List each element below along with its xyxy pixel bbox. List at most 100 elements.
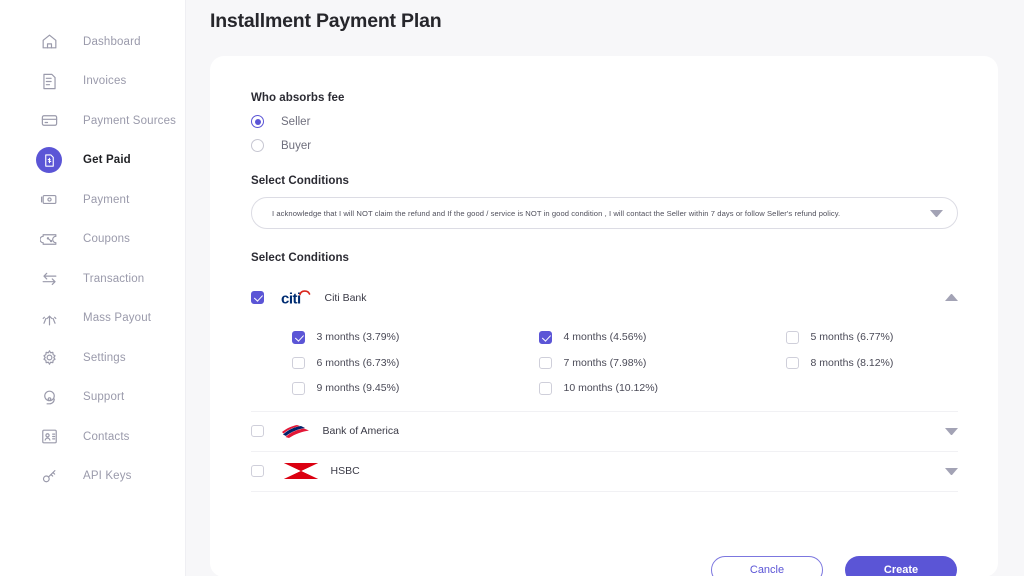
sidebar-item-label: API Keys (83, 470, 132, 483)
sidebar-item-transaction[interactable]: Transaction (0, 259, 185, 299)
sidebar-item-dashboard[interactable]: Dashboard (0, 22, 185, 62)
gear-icon (38, 347, 60, 369)
fee-option-label: Buyer (281, 139, 312, 152)
chevron-down-icon[interactable] (945, 427, 958, 435)
month-checkbox[interactable] (539, 356, 552, 369)
sidebar-item-label: Invoices (83, 75, 127, 88)
create-button[interactable]: Create (845, 556, 957, 576)
fee-option-seller[interactable]: Seller (251, 115, 958, 128)
radio-seller[interactable] (251, 115, 264, 128)
conditions-section: Select Conditions I acknowledge that I w… (251, 175, 958, 229)
fee-option-label: Seller (281, 115, 311, 128)
transfer-arrows-icon (38, 268, 60, 290)
divider (251, 490, 958, 492)
sidebar-item-settings[interactable]: Settings (0, 338, 185, 378)
citi-logo: citi (281, 287, 315, 309)
sidebar-item-label: Get Paid (83, 154, 131, 167)
support-icon (38, 386, 60, 408)
bank-row-citi-bank[interactable]: citi Citi Bank (251, 278, 958, 317)
sidebar-item-payment-sources[interactable]: Payment Sources (0, 101, 185, 141)
month-options-citi-bank: 3 months (3.79%) 4 months (4.56%) 5 months… (251, 317, 958, 411)
invoice-icon (38, 70, 60, 92)
sidebar-item-api-keys[interactable]: API Keys (0, 457, 185, 497)
sidebar-item-label: Dashboard (83, 35, 141, 48)
sidebar-item-payment[interactable]: Payment (0, 180, 185, 220)
month-checkbox[interactable] (786, 356, 799, 369)
sidebar-item-contacts[interactable]: Contacts (0, 417, 185, 457)
month-option[interactable]: 10 months (10.12%) (539, 382, 786, 395)
cancel-button[interactable]: Cancle (711, 556, 823, 576)
mass-payout-icon (38, 307, 60, 329)
installment-plan-card: Who absorbs fee Seller Buyer Select Condi… (210, 56, 998, 576)
banks-section-label: Select Conditions (251, 252, 349, 264)
main-content: Installment Payment Plan Who absorbs fee… (186, 0, 1024, 576)
key-icon (38, 465, 60, 487)
month-option[interactable]: 3 months (3.79%) (292, 331, 539, 344)
month-checkbox[interactable] (786, 331, 799, 344)
credit-card-icon (38, 110, 60, 132)
sidebar-item-label: Support (83, 391, 125, 404)
coupon-icon (38, 228, 60, 250)
banknote-icon (38, 189, 60, 211)
month-checkbox[interactable] (539, 331, 552, 344)
bank-checkbox-citi-bank[interactable] (251, 291, 264, 304)
month-option[interactable]: 7 months (7.98%) (539, 356, 786, 369)
month-label: 7 months (7.98%) (563, 356, 647, 369)
chevron-down-icon[interactable] (945, 467, 958, 475)
sidebar-item-label: Mass Payout (83, 312, 152, 325)
month-option[interactable]: 9 months (9.45%) (292, 382, 539, 395)
sidebar-item-mass-payout[interactable]: Mass Payout (0, 299, 185, 339)
sidebar-item-label: Payment (83, 193, 130, 206)
sidebar-item-label: Payment Sources (83, 114, 177, 127)
sidebar: Dashboard Invoices Payment Sources Get Paid… (0, 0, 186, 576)
fee-radio-group: Seller Buyer (251, 115, 958, 152)
sidebar-item-label: Transaction (83, 272, 145, 285)
month-option[interactable]: 5 months (6.77%) (786, 331, 958, 344)
month-checkbox[interactable] (539, 382, 552, 395)
chevron-down-icon[interactable] (930, 209, 943, 217)
fee-option-buyer[interactable]: Buyer (251, 139, 958, 152)
month-checkbox[interactable] (292, 356, 305, 369)
month-label: 10 months (10.12%) (563, 382, 659, 395)
month-label: 3 months (3.79%) (316, 331, 400, 344)
sidebar-item-support[interactable]: Support (0, 378, 185, 418)
sidebar-item-coupons[interactable]: Coupons (0, 220, 185, 260)
month-option[interactable]: 4 months (4.56%) (539, 331, 786, 344)
month-label: 9 months (9.45%) (316, 382, 400, 395)
get-paid-icon (36, 147, 62, 174)
sidebar-item-invoices[interactable]: Invoices (0, 62, 185, 102)
bank-name: HSBC (330, 465, 360, 477)
bank-name: Citi Bank (324, 291, 367, 304)
form-actions: Cancle Create (711, 556, 957, 576)
sidebar-item-get-paid[interactable]: Get Paid (0, 141, 185, 181)
month-option[interactable]: 8 months (8.12%) (786, 356, 958, 369)
sidebar-item-label: Settings (83, 351, 126, 364)
bank-checkbox-hsbc[interactable] (251, 464, 264, 478)
app-root: Dashboard Invoices Payment Sources Get Paid… (0, 0, 1024, 576)
fee-section-label: Who absorbs fee (251, 92, 345, 104)
svg-text:citi: citi (281, 290, 301, 307)
bank-row-hsbc[interactable]: HSBC (251, 452, 958, 491)
conditions-select-value: I acknowledge that I will NOT claim the … (272, 208, 841, 218)
month-label: 5 months (6.77%) (810, 331, 894, 344)
bank-row-bank-of-america[interactable]: Bank of America (251, 412, 958, 451)
home-icon (38, 31, 60, 53)
bank-list: citi Citi Bank 3 months (3.79%) 4 months (… (251, 278, 958, 492)
banks-section: Select Conditions citi Citi Bank 3 months… (251, 252, 958, 492)
month-checkbox[interactable] (292, 331, 305, 344)
bank-name: Bank of America (322, 425, 399, 437)
bank-checkbox-bank-of-america[interactable] (251, 424, 264, 438)
sidebar-item-label: Coupons (83, 233, 131, 246)
conditions-select[interactable]: I acknowledge that I will NOT claim the … (251, 197, 958, 229)
month-label: 4 months (4.56%) (563, 331, 647, 344)
chevron-up-icon[interactable] (945, 294, 958, 301)
hsbc-logo (281, 460, 321, 482)
contacts-icon (38, 426, 60, 448)
conditions-section-label: Select Conditions (251, 175, 349, 187)
radio-buyer[interactable] (251, 139, 264, 152)
month-label: 8 months (8.12%) (810, 356, 894, 369)
month-checkbox[interactable] (292, 382, 305, 395)
bank-of-america-logo (281, 420, 313, 442)
month-option[interactable]: 6 months (6.73%) (292, 356, 539, 369)
sidebar-item-label: Contacts (83, 430, 130, 443)
